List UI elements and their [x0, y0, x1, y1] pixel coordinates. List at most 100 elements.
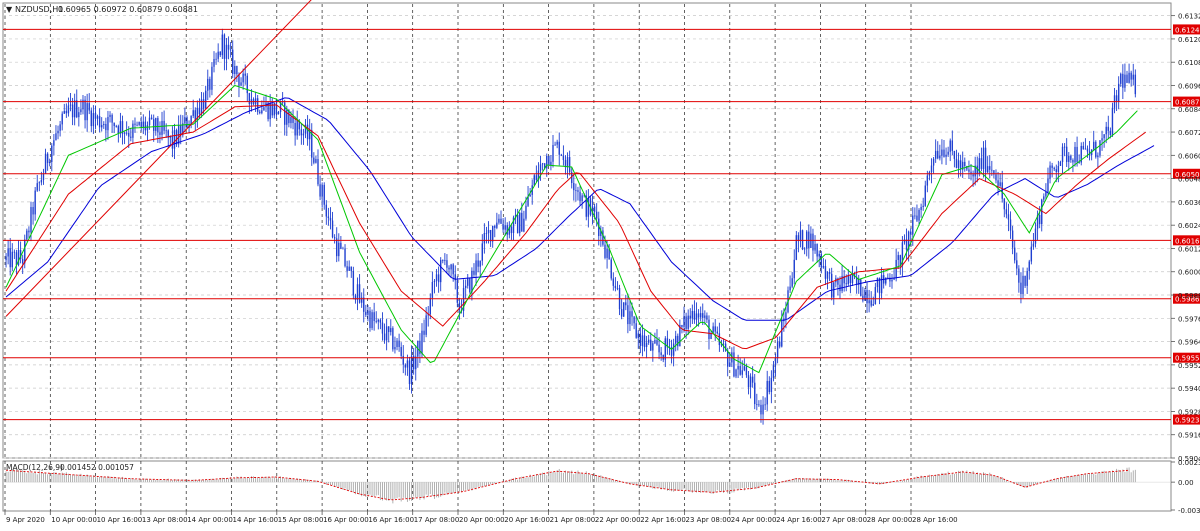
candle-body	[718, 333, 721, 346]
candle-body	[614, 285, 617, 289]
trading-chart-window[interactable]: 0.612490.608770.605050.601620.598610.595…	[0, 0, 1200, 527]
candle-body	[743, 366, 746, 371]
candle-body	[171, 135, 174, 149]
candle-body	[331, 220, 334, 238]
candle-body	[487, 229, 490, 234]
candle-body	[421, 330, 423, 354]
candle-body	[957, 160, 960, 168]
candle-body	[1051, 165, 1053, 168]
candle-body	[103, 124, 105, 126]
candle-body	[577, 190, 579, 192]
candle-body	[319, 184, 321, 197]
candle-body	[117, 126, 120, 134]
candle-body	[388, 326, 390, 333]
candle-body	[1032, 243, 1035, 247]
candle-body	[595, 211, 598, 219]
candle-body	[225, 44, 228, 59]
candle-body	[1011, 230, 1014, 248]
candle-body	[500, 218, 502, 224]
candle-body	[473, 270, 475, 275]
candle-body	[1013, 247, 1016, 261]
x-tick-label: 24 Apr 16:00	[776, 516, 822, 524]
candle-body	[321, 184, 323, 197]
candle-body	[315, 159, 317, 163]
candle-body	[26, 230, 28, 240]
candle-body	[643, 335, 646, 348]
candle-body	[1022, 275, 1024, 295]
candle-body	[803, 248, 806, 250]
candle-body	[244, 73, 246, 76]
candle-body	[1018, 268, 1020, 283]
candle-body	[28, 230, 30, 233]
candle-body	[115, 125, 117, 127]
candle-body	[444, 260, 446, 261]
candle-body	[1072, 159, 1074, 163]
candle-body	[939, 155, 941, 159]
candle-body	[63, 110, 65, 114]
candle-body	[937, 150, 939, 159]
candle-body	[296, 120, 298, 136]
candle-body	[333, 237, 336, 239]
candle-body	[111, 114, 113, 123]
candle-body	[656, 340, 658, 345]
candle-body	[920, 206, 922, 210]
candle-body	[866, 290, 868, 304]
candle-body	[1101, 138, 1103, 141]
candle-body	[758, 404, 760, 406]
candle-body	[498, 218, 500, 223]
candle-body	[107, 116, 109, 131]
candle-body	[256, 98, 259, 112]
candle-body	[654, 340, 656, 344]
symbol-timeframe-label: NZDUSD,H1	[15, 5, 63, 14]
candle-body	[860, 279, 862, 296]
candle-body	[525, 205, 527, 219]
candle-body	[681, 324, 683, 327]
candle-body	[1068, 155, 1070, 162]
candle-body	[872, 304, 874, 306]
candle-body	[78, 112, 80, 118]
x-tick-label: 13 Apr 08:00	[142, 516, 188, 524]
candle-body	[895, 259, 897, 279]
candle-body	[762, 404, 764, 415]
candle-body	[768, 380, 770, 393]
candle-body	[926, 175, 929, 186]
candle-body	[202, 99, 205, 109]
candle-body	[910, 231, 912, 235]
candle-body	[242, 73, 244, 83]
menu-arrow-icon[interactable]: ▼	[6, 5, 13, 14]
candle-body	[148, 117, 151, 126]
candle-body	[146, 125, 149, 131]
candle-body	[215, 58, 217, 60]
y-tick-label: 0.60000	[1178, 269, 1200, 277]
candle-body	[46, 153, 49, 164]
candle-body	[336, 238, 338, 257]
candle-body	[772, 365, 775, 378]
candle-body	[369, 310, 371, 329]
candle-body	[346, 266, 348, 271]
candle-body	[365, 311, 367, 315]
candle-body	[491, 226, 494, 242]
candle-body	[722, 343, 725, 345]
candle-body	[132, 123, 134, 138]
candle-body	[363, 297, 365, 312]
candle-body	[408, 360, 411, 385]
candle-body	[21, 259, 24, 264]
candle-body	[830, 273, 833, 298]
candle-body	[814, 243, 816, 251]
candle-body	[24, 239, 26, 264]
candle-body	[560, 154, 563, 156]
candle-body	[1130, 72, 1132, 80]
candle-body	[533, 175, 535, 186]
price-chart[interactable]: 0.612490.608770.605050.601620.598610.595…	[0, 0, 1200, 527]
candle-body	[828, 272, 831, 274]
candle-body	[1126, 74, 1128, 83]
candle-body	[398, 340, 400, 347]
candle-body	[446, 260, 448, 268]
y-tick-label: 0.59160	[1178, 432, 1200, 440]
candle-body	[489, 229, 492, 242]
y-tick-label: 0.61200	[1178, 36, 1200, 44]
candle-body	[98, 116, 101, 128]
candle-body	[61, 113, 63, 125]
candle-body	[747, 375, 750, 388]
candle-body	[42, 173, 45, 180]
